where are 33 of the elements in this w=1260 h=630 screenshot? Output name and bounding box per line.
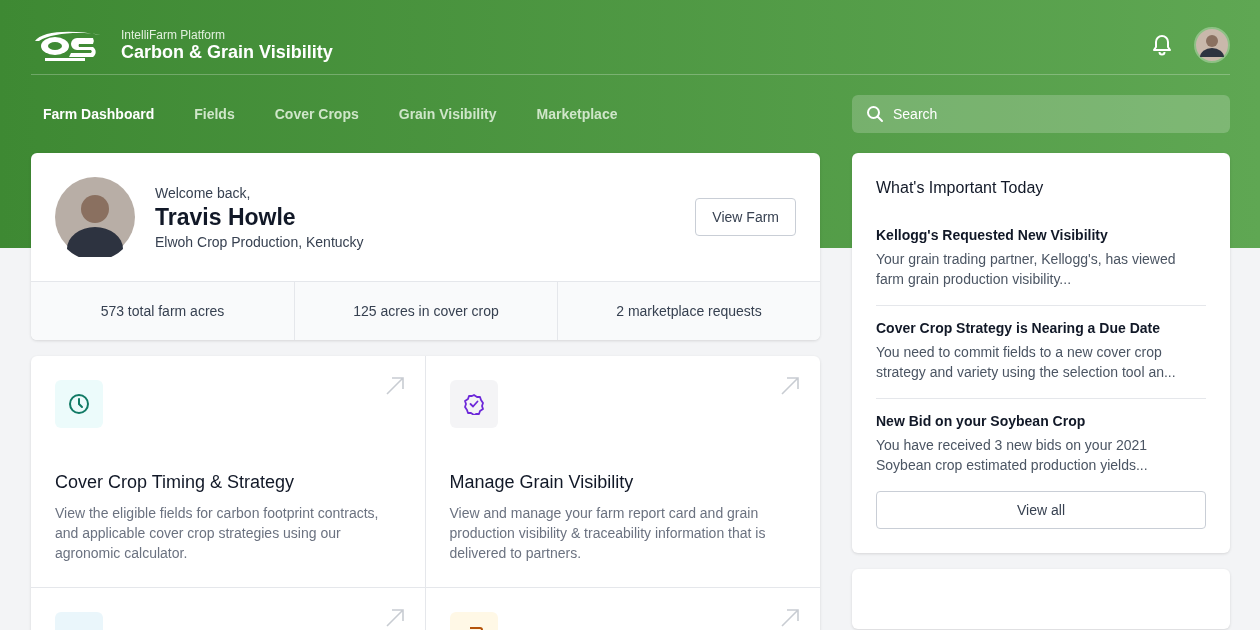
- bell-icon[interactable]: [1152, 34, 1172, 56]
- notice-text: Your grain trading partner, Kellogg's, has viewed farm grain production visibility...: [876, 250, 1177, 289]
- user-name: Travis Howle: [155, 203, 297, 231]
- panel-title: What's Important Today: [876, 179, 1045, 197]
- view-farm-button[interactable]: View Farm: [695, 198, 796, 236]
- notice-title[interactable]: New Bid on your Soybean Crop: [876, 413, 1206, 429]
- view-all-button[interactable]: View all: [876, 491, 1206, 529]
- arrow-icon: [384, 376, 405, 396]
- arrow-icon: [780, 608, 800, 628]
- action-title: Cover Crop Timing & Strategy: [55, 472, 296, 493]
- avatar[interactable]: [1194, 27, 1230, 63]
- nav-tab[interactable]: Farm Dashboard: [43, 106, 155, 122]
- notice-title[interactable]: Kellogg's Requested New Visibility: [876, 227, 1206, 243]
- stat-text: 125 acres in cover crop: [294, 282, 557, 340]
- stat-text: 2 marketplace requests: [557, 282, 820, 340]
- action-tile[interactable]: Manage Grain Visibility View and manage your farm report card and grain production visibility & traceability information that is delivered to partners.: [425, 356, 820, 588]
- app-title: Carbon & Grain Visibility: [121, 41, 333, 63]
- arrow-icon: [384, 608, 405, 628]
- check-badge-icon: [462, 393, 485, 415]
- platform-name: IntelliFarm Platform: [121, 27, 227, 42]
- notice-title[interactable]: Cover Crop Strategy is Nearing a Due Date: [876, 320, 1206, 336]
- action-description: View and manage your farm report card and grain production visibility & traceability information that is delivered to partners.: [449, 504, 767, 563]
- action-title: Manage Grain Visibility: [449, 472, 635, 493]
- action-description: View the eligible fields for carbon footprint contracts, and applicable cover crop strategies using our agronomic calculator.: [55, 504, 380, 563]
- notice-text: You need to commit fields to a new cover crop strategy and variety using the selection tool an...: [876, 343, 1177, 382]
- action-tile[interactable]: Cover Crop Timing & Strategy View the eligible fields for carbon footprint contracts, and applicable cover crop strategies using our agronomic calculator.: [31, 356, 426, 588]
- farm-name: Elwoh Crop Production, Kentucky: [155, 233, 365, 250]
- stat-text: 573 total farm acres: [99, 302, 226, 321]
- arrow-icon: [780, 376, 800, 396]
- search-icon: [866, 105, 884, 123]
- greeting: Welcome back,: [155, 184, 252, 201]
- clock-icon: [68, 393, 90, 415]
- notice-text: You have received 3 new bids on your 2021 Soybean crop estimated production yields...: [876, 436, 1149, 475]
